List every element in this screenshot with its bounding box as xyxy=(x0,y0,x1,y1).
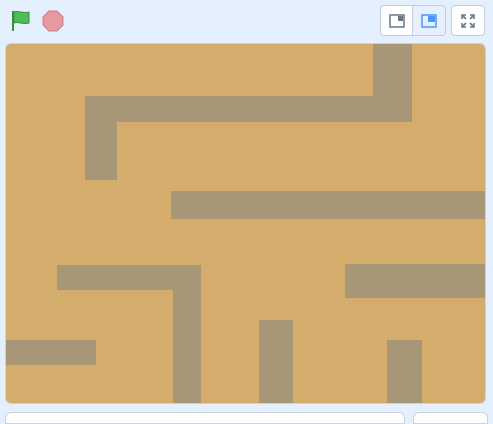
stage-header xyxy=(0,0,493,42)
maze-wall xyxy=(85,96,412,122)
stop-icon xyxy=(42,10,64,32)
small-stage-button[interactable] xyxy=(380,5,413,36)
maze-backdrop xyxy=(6,44,485,403)
maze-wall xyxy=(85,96,117,180)
green-flag-button[interactable] xyxy=(8,9,34,33)
fullscreen-icon xyxy=(461,13,475,28)
green-flag-icon xyxy=(12,10,30,31)
stage-canvas[interactable] xyxy=(5,43,486,404)
sprite-info-panel xyxy=(5,412,405,424)
stage-size-toggle xyxy=(380,5,446,37)
fullscreen-button[interactable] xyxy=(451,5,485,36)
small-stage-icon xyxy=(388,13,405,28)
maze-wall xyxy=(345,264,485,298)
maze-wall xyxy=(259,320,293,403)
maze-wall xyxy=(387,340,422,403)
stop-button[interactable] xyxy=(42,10,64,32)
maze-wall xyxy=(173,265,201,403)
maze-wall xyxy=(171,191,485,219)
maze-wall xyxy=(6,340,96,365)
normal-stage-icon xyxy=(421,13,437,28)
normal-stage-button[interactable] xyxy=(413,5,446,36)
stage-selector-panel[interactable] xyxy=(413,412,488,424)
